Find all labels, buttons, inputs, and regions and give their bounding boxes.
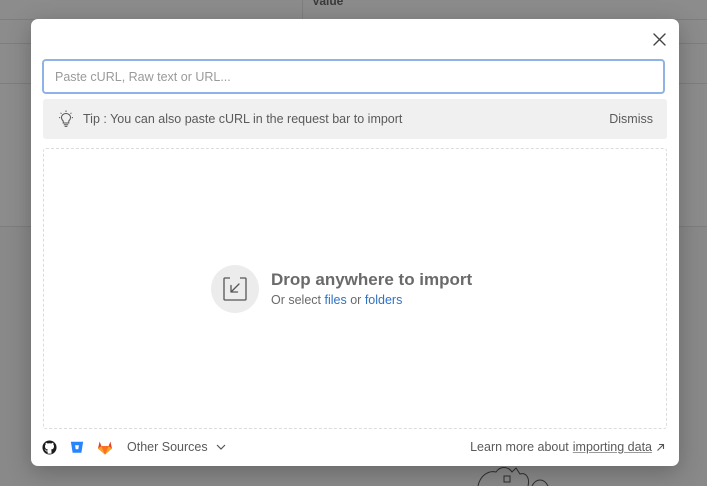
importing-data-link[interactable]: importing data bbox=[573, 440, 652, 454]
github-icon[interactable] bbox=[41, 439, 57, 455]
import-url-input[interactable] bbox=[42, 59, 665, 94]
dropzone-prefix: Or select bbox=[271, 293, 322, 307]
import-modal: Tip : You can also paste cURL in the req… bbox=[31, 19, 679, 466]
other-sources-label: Other Sources bbox=[127, 440, 208, 454]
import-footer: Other Sources Learn more about importing… bbox=[41, 437, 665, 457]
file-dropzone[interactable]: Drop anywhere to import Or select files … bbox=[43, 148, 667, 429]
close-button[interactable] bbox=[649, 29, 669, 49]
dismiss-tip-button[interactable]: Dismiss bbox=[609, 112, 653, 126]
gitlab-icon[interactable] bbox=[97, 439, 113, 455]
tip-text: Tip : You can also paste cURL in the req… bbox=[83, 112, 403, 126]
dropzone-subtitle: Or select files or folders bbox=[271, 291, 472, 309]
dropzone-title: Drop anywhere to import bbox=[271, 270, 473, 289]
dropzone-or: or bbox=[350, 293, 362, 307]
lightbulb-icon bbox=[57, 110, 75, 128]
tip-banner: Tip : You can also paste cURL in the req… bbox=[43, 99, 667, 139]
dropzone-content: Drop anywhere to import Or select files … bbox=[211, 265, 472, 313]
import-icon-badge bbox=[211, 265, 259, 313]
select-folders-link[interactable]: folders bbox=[365, 293, 403, 307]
bitbucket-icon[interactable] bbox=[69, 439, 85, 455]
external-link-icon bbox=[656, 443, 665, 452]
chevron-down-icon bbox=[216, 444, 226, 450]
other-sources-dropdown[interactable]: Other Sources bbox=[127, 440, 226, 454]
learn-more: Learn more about importing data bbox=[470, 440, 665, 454]
learn-more-prefix: Learn more about bbox=[470, 440, 569, 454]
close-icon bbox=[652, 32, 666, 46]
select-files-link[interactable]: files bbox=[325, 293, 347, 307]
import-download-icon bbox=[223, 277, 247, 301]
dropzone-text: Drop anywhere to import Or select files … bbox=[271, 269, 472, 309]
